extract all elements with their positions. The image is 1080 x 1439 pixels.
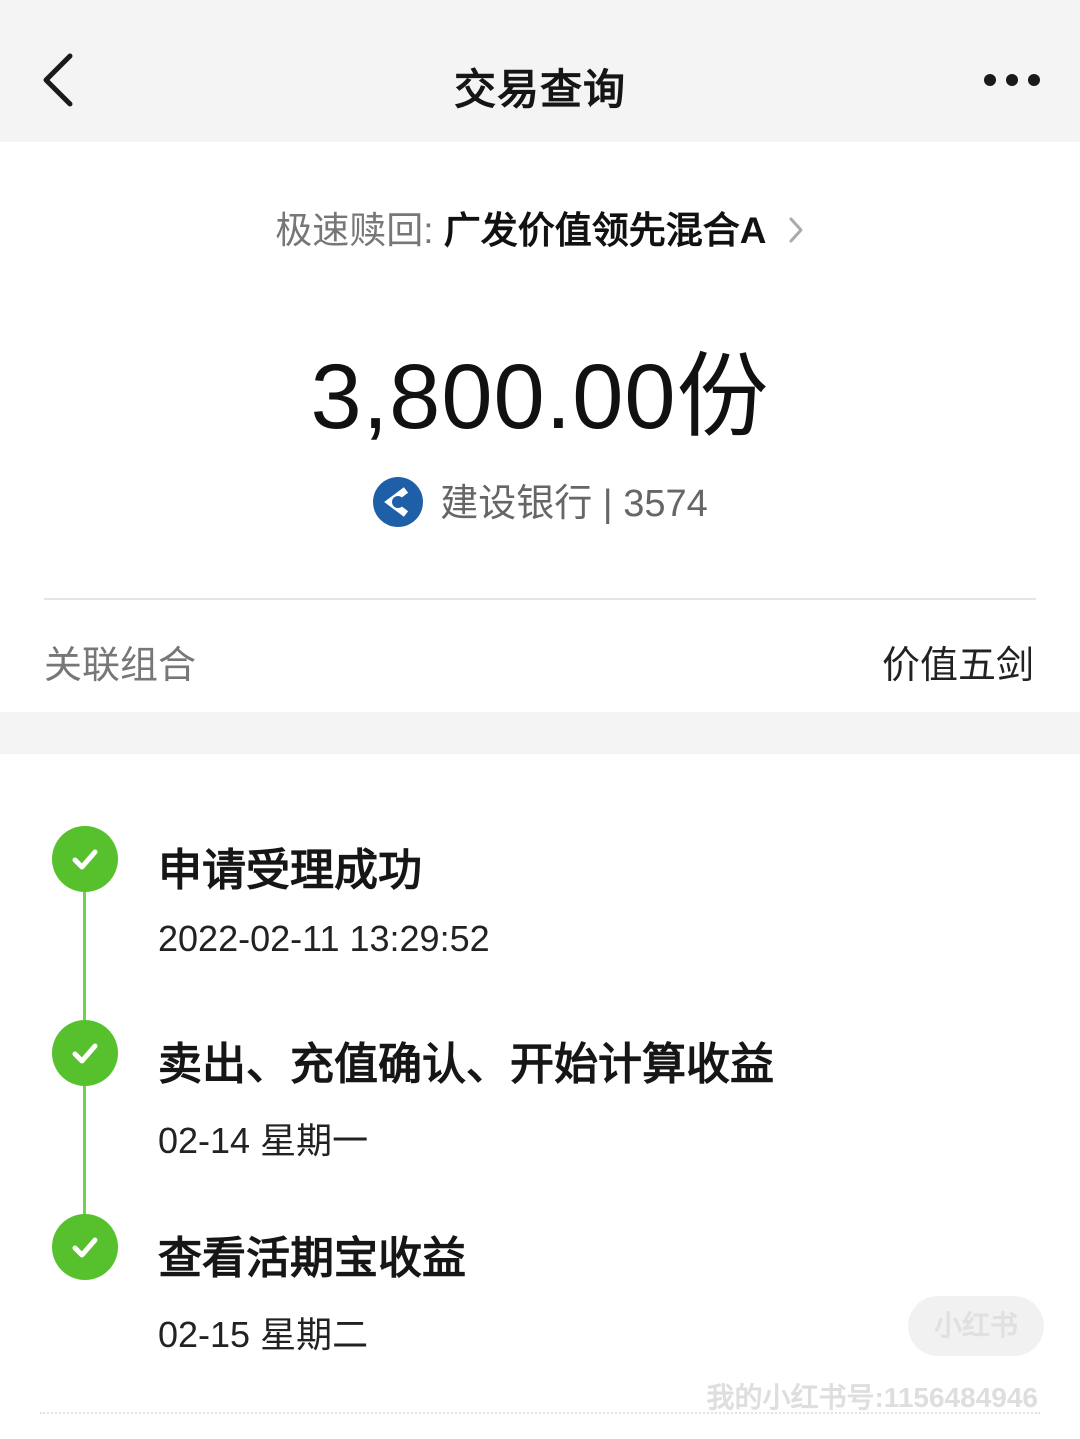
bank-separator: | [592,483,624,525]
associated-portfolio-label: 关联组合 [44,645,197,687]
ccb-bank-logo-icon [373,476,424,527]
check-circle-icon [52,826,118,892]
bank-name: 建设银行 [440,483,593,525]
bank-account: 建设银行 | 3574 [0,472,1080,528]
bottom-divider [40,1412,1040,1414]
redemption-amount: 3,800.00份 [310,346,770,448]
timeline-step-title[interactable]: 查看活期宝收益 [158,1222,466,1286]
page-title: 交易查询 [453,66,626,113]
check-circle-icon [52,1020,118,1086]
fund-link[interactable]: 极速赎回: 广发价值领先混合A [0,200,1080,254]
chevron-right-icon [789,217,803,243]
check-circle-icon [52,1214,118,1280]
more-button[interactable] [980,62,1044,98]
more-dots-icon [984,74,1040,86]
section-separator [0,712,1080,754]
divider [44,598,1036,600]
card-suffix: 3574 [623,483,708,525]
watermark-badge: 小红书 [908,1296,1044,1356]
timeline-step-title: 卖出、充值确认、开始计算收益 [158,1040,774,1089]
redemption-type-label: 极速赎回: [275,210,444,251]
watermark-text: 我的小红书号:1156484946 [706,1382,1038,1413]
timeline-step-title: 申请受理成功 [158,846,422,895]
timeline-step-time: 02-15 星期二 [158,1314,369,1355]
timeline-step-time: 02-14 星期一 [158,1120,369,1161]
timeline-step-time: 2022-02-11 13:29:52 [158,918,490,959]
fund-name: 广发价值领先混合A [443,210,767,251]
associated-portfolio-value[interactable]: 价值五剑 [882,634,1034,689]
